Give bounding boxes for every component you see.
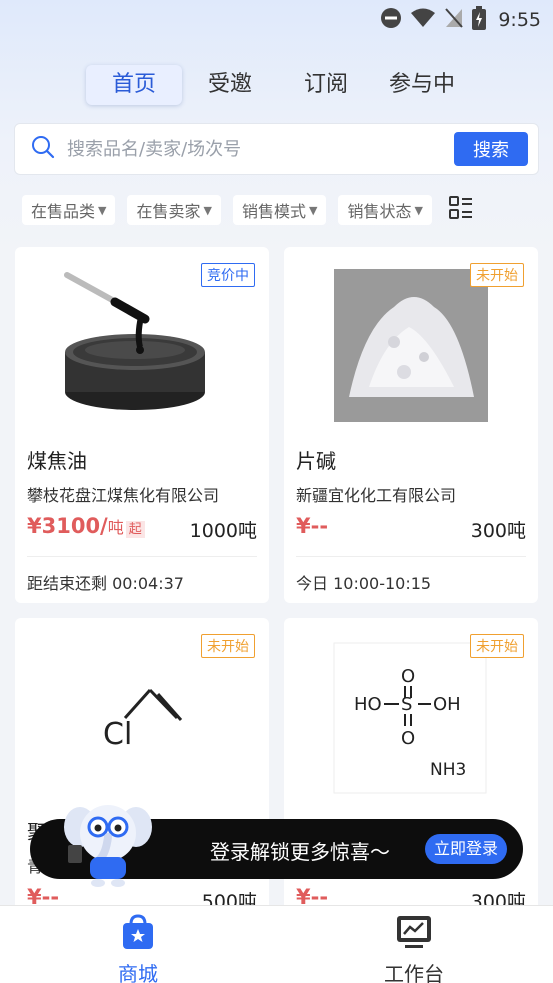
structure-label: O xyxy=(401,666,415,687)
divider xyxy=(27,556,257,557)
structure-label: NH3 xyxy=(430,760,466,780)
product-card[interactable]: 竞价中 煤焦油 攀枝花盘江煤焦化有限公司 ¥3100/吨起 1000吨 距结束还… xyxy=(15,247,269,603)
price-value: ¥-- xyxy=(296,514,329,538)
divider xyxy=(296,556,526,557)
nav-mall[interactable]: 商城 xyxy=(0,906,276,983)
price-unit: 吨 xyxy=(107,518,124,537)
status-badge: 未开始 xyxy=(470,263,524,287)
filter-label: 销售模式 xyxy=(241,202,306,221)
filter-sales-mode[interactable]: 销售模式 ▼ xyxy=(232,195,327,225)
tab-participating[interactable]: 参与中 xyxy=(374,65,470,105)
caret-down-icon: ▼ xyxy=(203,203,212,217)
filter-label: 在售品类 xyxy=(31,202,96,221)
time-window-text: 今日 10:00-10:15 xyxy=(296,574,432,593)
search-bar: 搜索 xyxy=(14,123,539,175)
quantity: 1000吨 xyxy=(189,520,257,542)
seller-name: 攀枝花盘江煤焦化有限公司 xyxy=(27,486,220,505)
tab-home[interactable]: 首页 xyxy=(86,65,182,105)
search-input[interactable] xyxy=(67,138,454,160)
login-button[interactable]: 立即登录 xyxy=(424,834,507,864)
wifi-icon xyxy=(410,8,436,33)
filter-bar: 在售品类 ▼ 在售卖家 ▼ 销售模式 ▼ 销售状态 ▼ xyxy=(22,195,537,225)
countdown-text: 距结束还剩 00:04:37 xyxy=(27,574,184,593)
tab-subscribed[interactable]: 订阅 xyxy=(278,65,374,105)
clock: 9:55 xyxy=(498,9,541,31)
search-icon xyxy=(31,135,55,163)
status-badge: 未开始 xyxy=(470,634,524,658)
tab-invited[interactable]: 受邀 xyxy=(182,65,278,105)
nav-workbench-label: 工作台 xyxy=(384,962,444,983)
quantity: 300吨 xyxy=(470,520,526,542)
filter-label: 在售卖家 xyxy=(136,202,201,221)
login-banner-text: 登录解锁更多惊喜〜 xyxy=(210,840,390,864)
shopping-bag-icon xyxy=(121,914,155,954)
price: ¥3100/吨起 xyxy=(27,514,145,538)
no-signal-icon xyxy=(444,7,464,34)
caret-down-icon: ▼ xyxy=(98,203,107,217)
top-tabs: 首页 受邀 订阅 参与中 xyxy=(86,64,470,106)
nav-mall-label: 商城 xyxy=(118,962,158,983)
status-bar: 9:55 xyxy=(0,0,553,40)
filter-sales-status[interactable]: 销售状态 ▼ xyxy=(338,195,432,225)
do-not-disturb-icon xyxy=(380,7,402,34)
product-card[interactable]: 未开始 片碱 新疆宜化化工有限公司 ¥-- 300吨 今日 10:00-10:1… xyxy=(284,247,538,603)
status-badge: 竞价中 xyxy=(201,263,255,287)
status-badge: 未开始 xyxy=(201,634,255,658)
caret-down-icon: ▼ xyxy=(308,203,318,217)
price-from-tag: 起 xyxy=(125,521,145,538)
structure-label: OH xyxy=(433,694,461,715)
structure-label: HO xyxy=(354,694,382,715)
bottom-nav: 商城 工作台 xyxy=(0,905,553,983)
nav-workbench[interactable]: 工作台 xyxy=(276,906,552,983)
product-name: 煤焦油 xyxy=(27,449,87,473)
price-value: ¥3100/ xyxy=(27,514,108,538)
seller-name: 新疆宜化化工有限公司 xyxy=(296,486,457,505)
filter-seller[interactable]: 在售卖家 ▼ xyxy=(127,195,221,225)
monitor-chart-icon xyxy=(395,914,433,954)
product-name: 片碱 xyxy=(296,449,336,473)
price: ¥-- xyxy=(296,514,328,538)
search-button[interactable]: 搜索 xyxy=(454,132,528,166)
filter-category[interactable]: 在售品类 ▼ xyxy=(22,195,116,225)
caret-down-icon: ▼ xyxy=(414,203,423,217)
filter-label: 销售状态 xyxy=(347,202,412,221)
structure-label: O xyxy=(401,728,415,749)
elephant-mascot-icon xyxy=(64,805,152,887)
battery-charging-icon xyxy=(472,5,487,35)
structure-label: Cl xyxy=(103,717,132,752)
list-layout-icon[interactable] xyxy=(448,195,474,225)
